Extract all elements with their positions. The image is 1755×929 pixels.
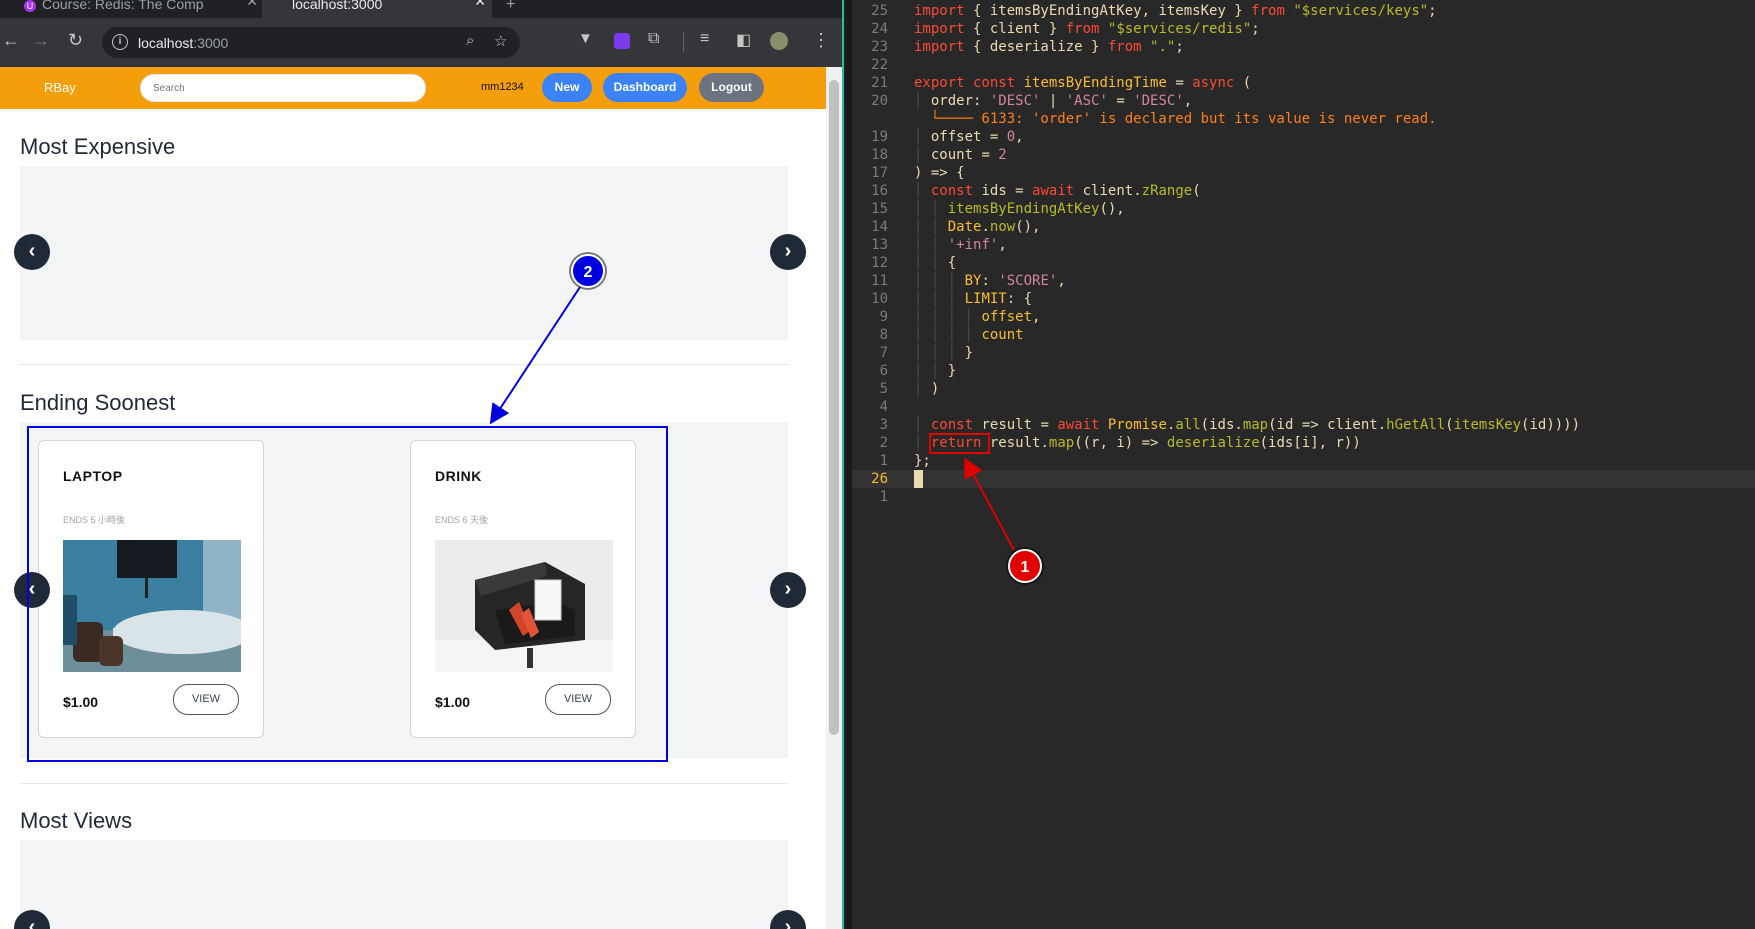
annotation-badge-2: 2 — [571, 254, 605, 288]
annotation-badge-1: 1 — [1008, 549, 1042, 583]
annotation-arrows — [489, 286, 1015, 551]
arrow-to-highlight — [489, 286, 581, 425]
arrow-to-return — [964, 457, 1015, 551]
